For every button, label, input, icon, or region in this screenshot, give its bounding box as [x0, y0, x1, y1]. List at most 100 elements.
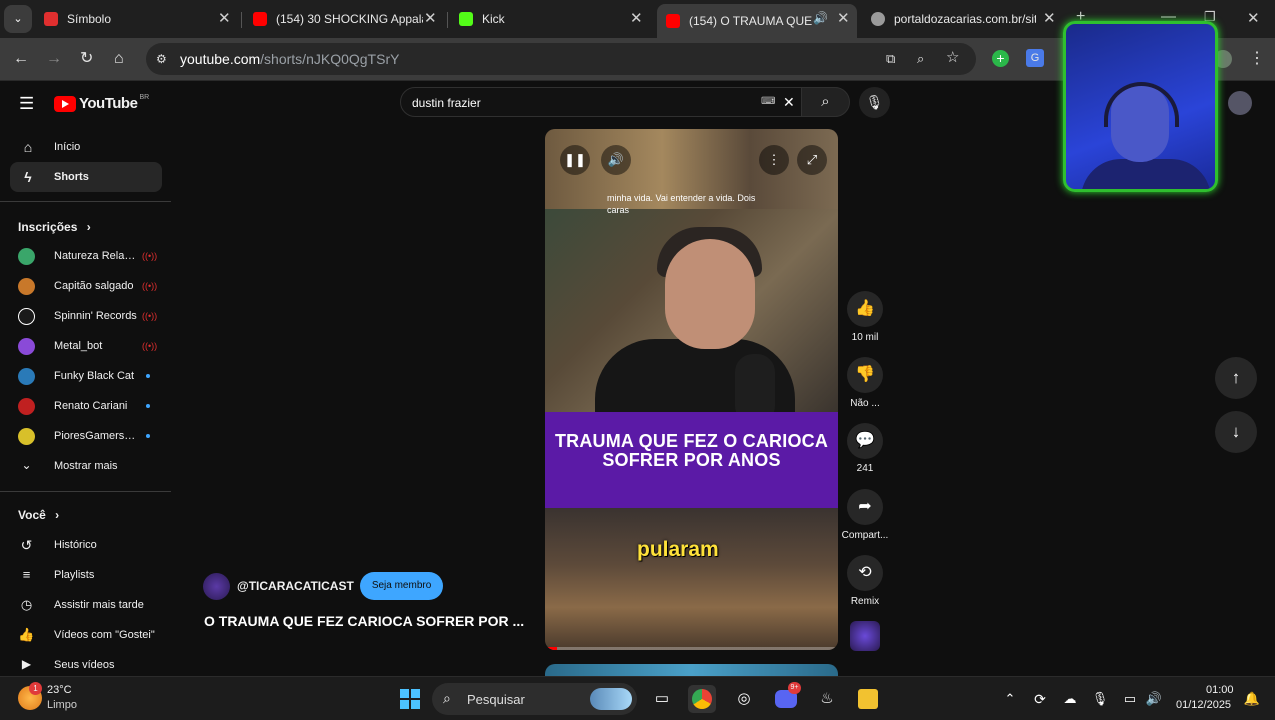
channel-handle[interactable]: @TICARACATICAST	[237, 579, 354, 593]
live-icon: ((•))	[142, 311, 158, 321]
close-icon[interactable]: ✕	[630, 9, 643, 27]
comments-button[interactable]: 💬	[847, 423, 883, 459]
share-icon: ➦	[858, 498, 872, 515]
short-title[interactable]: O TRAUMA QUE FEZ CARIOCA SOFRER POR ...	[204, 613, 524, 629]
tab-portal[interactable]: portaldozacarias.com.br/site	[871, 5, 1036, 33]
dislike-button[interactable]: 👎	[847, 357, 883, 393]
taskbar-search[interactable]: ⌕ Pesquisar	[432, 683, 637, 715]
search-box[interactable]: dustin frazier ⌨ ✕ ⌕	[400, 87, 850, 117]
chrome-taskbar-icon[interactable]	[688, 685, 716, 713]
next-short-button[interactable]: ↓	[1215, 411, 1257, 453]
like-button[interactable]: 👍	[847, 291, 883, 327]
webcam-overlay	[1063, 21, 1218, 192]
sidebar-item-inicio[interactable]: ⌂ Início	[10, 132, 162, 162]
close-icon[interactable]: ✕	[1043, 9, 1056, 27]
sidebar-item-playlists[interactable]: ≡ Playlists	[18, 560, 168, 590]
video-scene-bottom	[545, 508, 838, 650]
sidebar-item-label: Histórico	[54, 539, 97, 551]
channel-name: Spinnin' Records	[54, 310, 137, 322]
home-icon[interactable]: ⌂	[114, 50, 124, 68]
sidebar-item-shorts[interactable]: ϟ Shorts	[10, 162, 162, 192]
forward-icon[interactable]: →	[46, 50, 62, 68]
url-host: youtube.com	[180, 51, 261, 67]
weather-temp[interactable]: 23°C	[47, 684, 72, 696]
translate-icon[interactable]: G	[1026, 49, 1044, 67]
subscription-item[interactable]: PioresGamersDo...	[18, 421, 168, 451]
sidebar-item-label: Início	[54, 141, 81, 153]
zoom-icon[interactable]: ⌕	[917, 50, 924, 68]
keyboard-icon[interactable]: ⌨	[761, 96, 775, 107]
menu-kebab-icon[interactable]: ⋮	[1249, 50, 1265, 68]
pause-icon[interactable]: ❚❚	[560, 145, 590, 175]
sync-icon[interactable]: ⟳	[1026, 685, 1054, 713]
home-icon: ⌂	[23, 139, 33, 155]
task-view-icon[interactable]: ▭	[648, 685, 676, 713]
close-icon[interactable]: ✕	[837, 9, 850, 27]
previous-short-button[interactable]: ↑	[1215, 357, 1257, 399]
extension-plus-icon[interactable]: +	[992, 50, 1009, 67]
start-button[interactable]	[396, 685, 424, 713]
cloud-off-icon[interactable]: ☁	[1056, 685, 1084, 713]
address-bar[interactable]: ⚙ youtube.com/shorts/nJKQ0QgTSrY ⧉ ⌕ ☆	[146, 43, 976, 75]
show-more-button[interactable]: ⌄ Mostrar mais	[18, 451, 168, 481]
subscription-item[interactable]: Natureza Relaxa... ((•))	[18, 241, 168, 271]
notifications-icon[interactable]: 🔔	[1238, 685, 1266, 713]
new-content-dot-icon	[146, 404, 150, 408]
search-input[interactable]: dustin frazier	[412, 96, 481, 110]
close-icon[interactable]: ✕	[424, 9, 437, 27]
install-app-icon[interactable]: ⧉	[886, 50, 895, 68]
site-info-icon[interactable]: ⚙	[156, 50, 167, 68]
tab-simbolo[interactable]: Símbolo	[44, 5, 234, 33]
subscription-item[interactable]: Metal_bot ((•))	[18, 331, 168, 361]
tab-appalachia[interactable]: (154) 30 SHOCKING Appalac	[253, 5, 423, 33]
channel-name: Capitão salgado	[54, 280, 134, 292]
account-avatar[interactable]	[1228, 91, 1252, 115]
sidebar-item-liked-videos[interactable]: 👍 Vídeos com "Gostei"	[18, 620, 168, 650]
sidebar-item-historico[interactable]: ↺ Histórico	[18, 530, 168, 560]
speaker-icon[interactable]: 🔊	[813, 11, 828, 25]
remix-button[interactable]: ⟲	[847, 555, 883, 591]
fullscreen-icon[interactable]: ⤢	[797, 145, 827, 175]
bookmark-star-icon[interactable]: ☆	[946, 49, 959, 67]
back-icon[interactable]: ←	[13, 50, 29, 68]
channel-avatar[interactable]	[203, 572, 230, 600]
subscription-item[interactable]: Renato Cariani	[18, 391, 168, 421]
sidebar-item-label: Assistir mais tarde	[54, 599, 144, 611]
remix-icon: ⟲	[858, 564, 872, 581]
sidebar-item-watch-later[interactable]: ◷ Assistir mais tarde	[18, 590, 168, 620]
obs-taskbar-icon[interactable]: ◎	[730, 685, 758, 713]
volume-icon[interactable]: 🔊	[1140, 685, 1168, 713]
tab-title: (154) O TRAUMA QUE F	[689, 14, 814, 28]
clock-date[interactable]: 01/12/2025	[1176, 699, 1231, 711]
app-taskbar-icon[interactable]	[854, 685, 882, 713]
search-button[interactable]: ⌕	[801, 87, 850, 117]
channel-name: Renato Cariani	[54, 400, 128, 412]
more-options-icon[interactable]: ⋮	[759, 145, 789, 175]
tab-search-button[interactable]: ⌄	[4, 5, 32, 33]
thumbs-up-icon: 👍	[855, 300, 875, 317]
subscriptions-header[interactable]: Inscrições ›	[18, 220, 91, 234]
voice-search-mic-icon[interactable]: 🎙	[859, 87, 890, 118]
subscription-item[interactable]: Spinnin' Records ((•))	[18, 301, 168, 331]
you-header[interactable]: Você ›	[18, 508, 59, 522]
weather-condition[interactable]: Limpo	[47, 699, 77, 711]
subscription-item[interactable]: Capitão salgado ((•))	[18, 271, 168, 301]
playlist-icon: ≡	[22, 566, 31, 582]
volume-icon[interactable]: 🔊	[601, 145, 631, 175]
reload-icon[interactable]: ↻	[80, 50, 93, 68]
clock-time[interactable]: 01:00	[1206, 684, 1234, 696]
tab-kick[interactable]: Kick	[459, 5, 629, 33]
close-icon[interactable]: ✕	[218, 9, 231, 27]
overlay-text: TRAUMA QUE FEZ O CARIOCA SOFRER POR ANOS	[554, 431, 829, 470]
clear-search-icon[interactable]: ✕	[783, 94, 795, 111]
share-button[interactable]: ➦	[847, 489, 883, 525]
join-member-button[interactable]: Seja membro	[359, 572, 444, 600]
microphone-icon[interactable]: 🎙	[1086, 685, 1114, 713]
tray-chevron-up-icon[interactable]: ⌃	[996, 685, 1024, 713]
window-close-icon[interactable]: ✕	[1247, 9, 1260, 27]
steam-taskbar-icon[interactable]: ♨	[813, 685, 841, 713]
progress-bar[interactable]	[545, 647, 838, 650]
short-video-player[interactable]: minha vida. Vai entender a vida. Dois ca…	[545, 129, 838, 650]
subscription-item[interactable]: Funky Black Cat	[18, 361, 168, 391]
channel-thumbnail-icon[interactable]	[850, 621, 880, 651]
